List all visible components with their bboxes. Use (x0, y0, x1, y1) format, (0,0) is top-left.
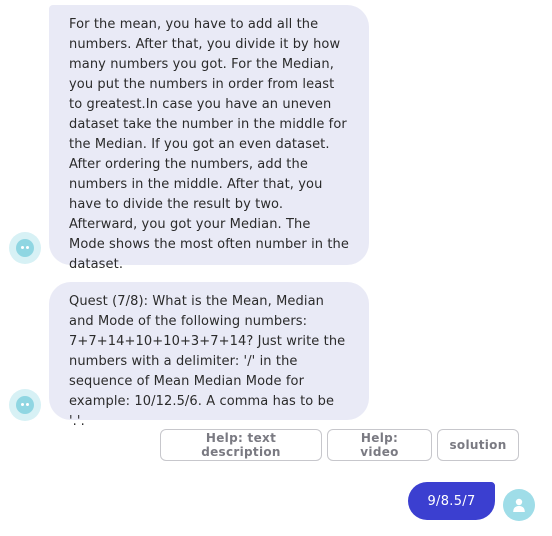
bot-avatar (9, 389, 41, 421)
bot-message-explanation: For the mean, you have to add all the nu… (49, 5, 369, 272)
user-avatar (503, 489, 535, 521)
user-message: 9/8.5/7 (408, 482, 495, 520)
bot-avatar (9, 232, 41, 264)
bot-face-icon (16, 396, 34, 414)
help-button-row: Help: text description Help: video solut… (160, 429, 519, 461)
user-person-icon (513, 498, 525, 512)
chat-window: For the mean, you have to add all the nu… (0, 0, 552, 536)
solution-button[interactable]: solution (437, 429, 519, 461)
bot-message-quest: Quest (7/8): What is the Mean, Median an… (49, 282, 369, 429)
bot-face-icon (16, 239, 34, 257)
help-text-description-button[interactable]: Help: text description (160, 429, 322, 461)
help-video-button[interactable]: Help: video (327, 429, 432, 461)
